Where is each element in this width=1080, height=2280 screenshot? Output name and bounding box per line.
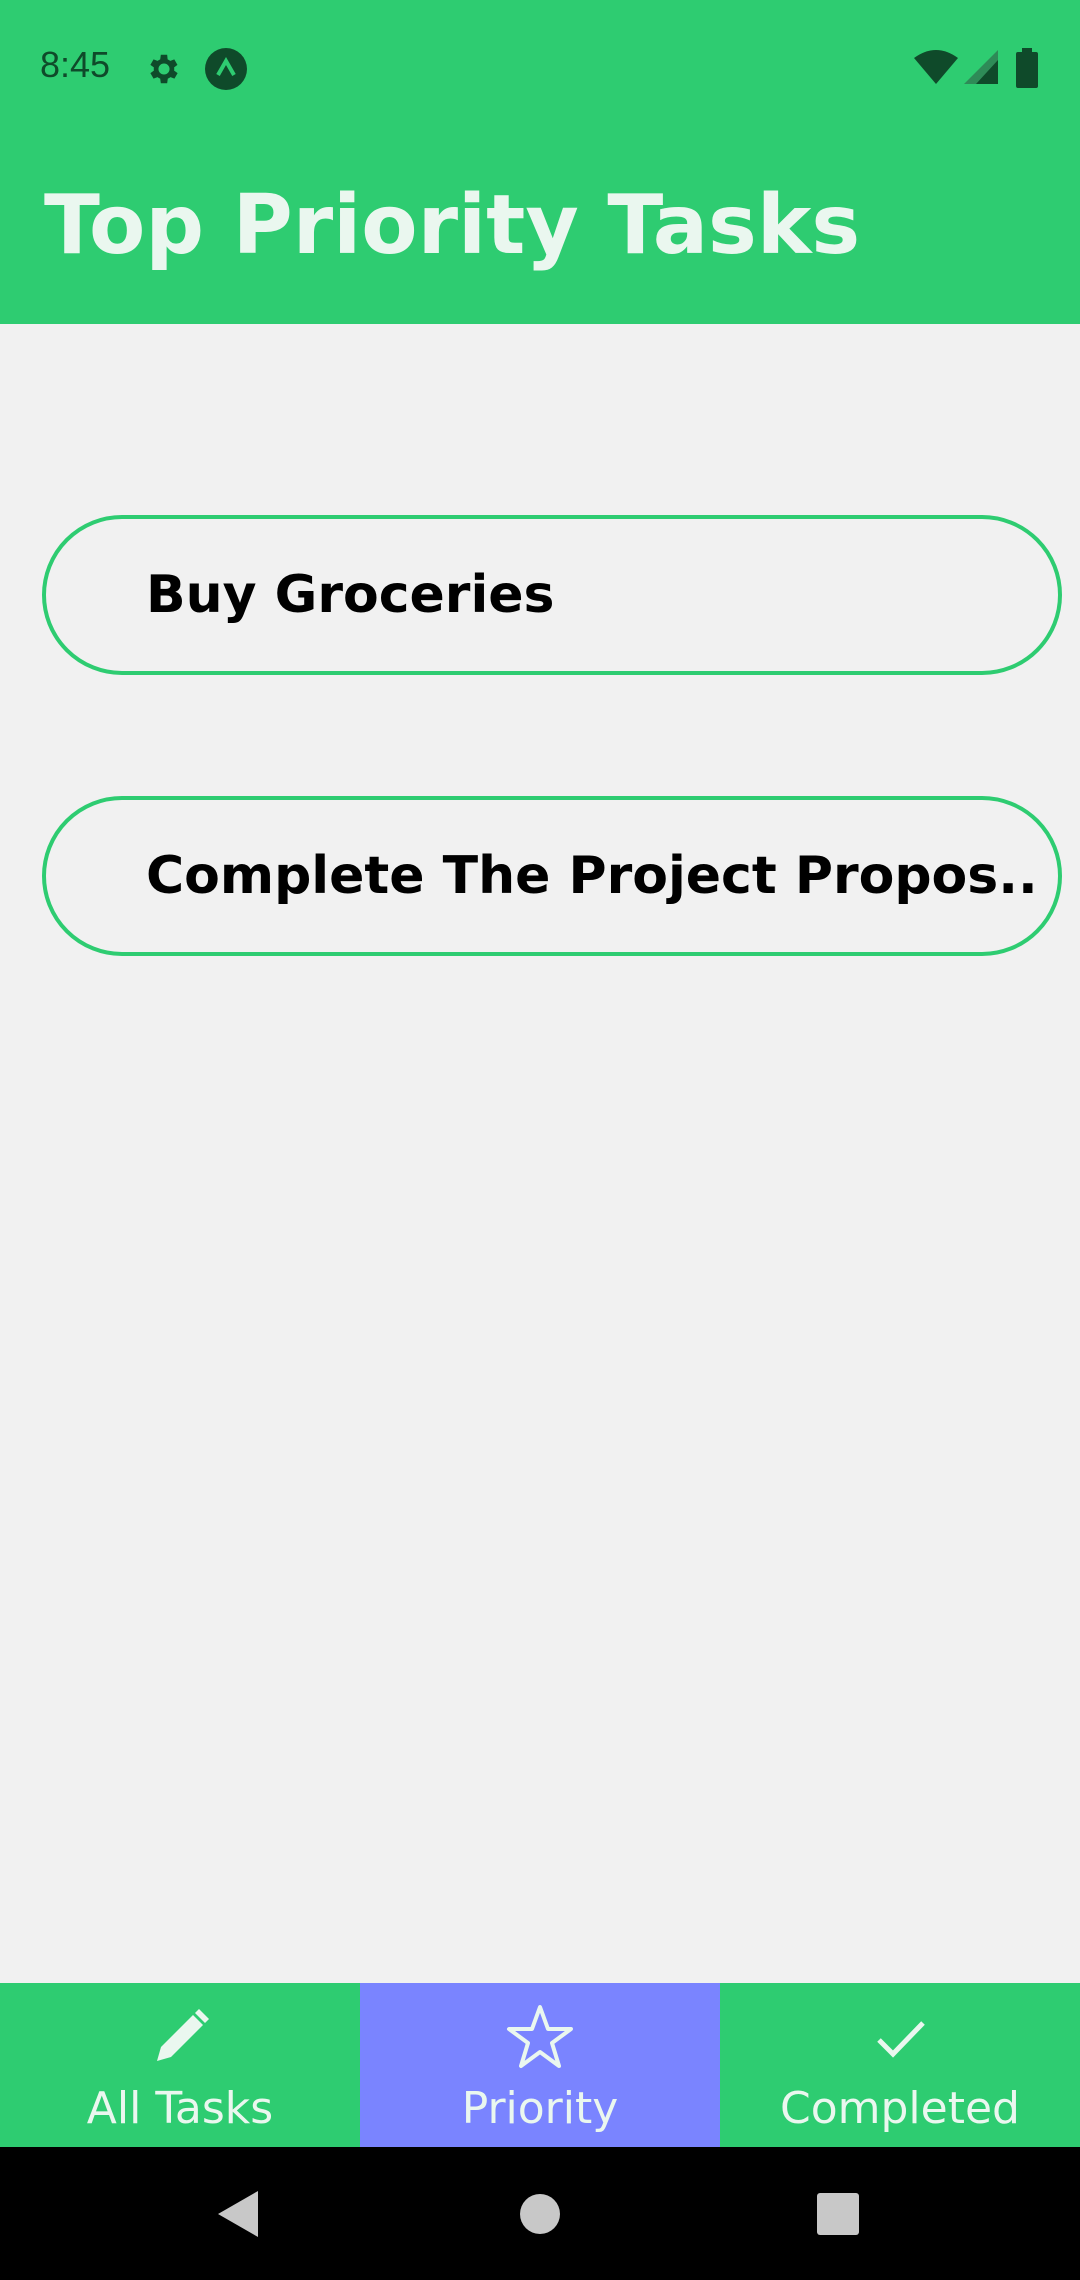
- nav-tab-all-tasks[interactable]: All Tasks: [0, 1983, 360, 2147]
- task-card[interactable]: Buy Groceries: [42, 515, 1062, 675]
- recents-icon[interactable]: [817, 2193, 859, 2239]
- star-icon: [505, 2003, 575, 2073]
- status-time: 8:45: [40, 44, 111, 85]
- battery-icon: [1016, 48, 1038, 92]
- back-icon[interactable]: [216, 2189, 260, 2243]
- app-header: 8:45 Top Priority Tasks: [0, 0, 1080, 324]
- task-label: Buy Groceries: [146, 565, 555, 625]
- home-icon[interactable]: [519, 2193, 561, 2239]
- checkmark-icon: [865, 2003, 935, 2073]
- gear-icon: [145, 50, 183, 92]
- signal-icon: [962, 50, 1000, 90]
- page-title: Top Priority Tasks: [44, 178, 861, 273]
- nav-label: Priority: [461, 2083, 619, 2134]
- task-card[interactable]: Complete The Project Propos..: [42, 796, 1062, 956]
- bottom-navigation: All Tasks Priority Completed: [0, 1983, 1080, 2147]
- app-notification-icon: [204, 47, 248, 95]
- wifi-icon: [914, 50, 958, 90]
- task-label: Complete The Project Propos..: [146, 846, 1038, 906]
- nav-tab-priority[interactable]: Priority: [360, 1983, 720, 2147]
- status-bar: 8:45: [0, 0, 1080, 134]
- system-navigation-bar: [0, 2147, 1080, 2280]
- nav-tab-completed[interactable]: Completed: [720, 1983, 1080, 2147]
- nav-label: Completed: [780, 2083, 1020, 2134]
- pencil-icon: [145, 2003, 215, 2073]
- nav-label: All Tasks: [86, 2083, 274, 2134]
